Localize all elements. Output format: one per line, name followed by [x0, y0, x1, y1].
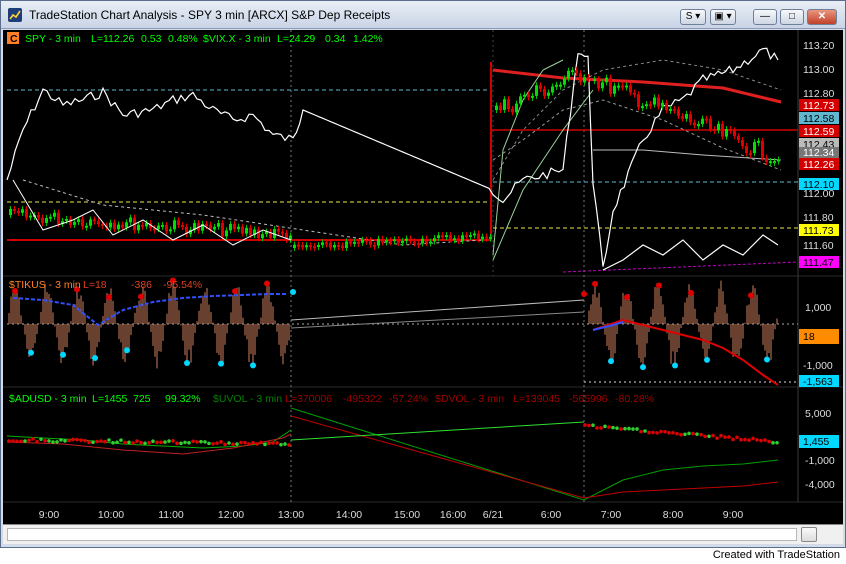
regression-channel — [593, 149, 782, 161]
time-tick: 9:00 — [39, 509, 60, 521]
tikus-legend-last: L=18 — [83, 279, 107, 291]
price-tick: 113.20 — [803, 40, 834, 52]
footer-credit: Created with TradeStation — [712, 549, 840, 561]
spy-legend-pct: 0.48% — [168, 33, 198, 45]
svg-text:C: C — [10, 33, 18, 45]
svg-text:-1,563: -1,563 — [803, 376, 833, 388]
vix-price-line — [6, 47, 779, 267]
dvol-legend-pct: -80.28% — [615, 393, 654, 405]
vix-trend-line — [562, 261, 799, 273]
price-tick: 111.60 — [803, 240, 834, 252]
symbol-link-button[interactable]: S ▾ — [680, 9, 706, 25]
svg-text:112.34: 112.34 — [803, 147, 834, 159]
bollinger-band — [492, 99, 782, 171]
tikus-oscillator — [8, 277, 779, 386]
time-axis: 9:00 10:00 11:00 12:00 13:00 14:00 15:00 16:00 6… — [39, 509, 744, 521]
uvol-legend-last: L=370006 — [285, 393, 332, 405]
svg-text:112.10: 112.10 — [803, 179, 834, 191]
svg-text:111.73: 111.73 — [803, 225, 834, 237]
price-tick: 112.80 — [803, 88, 834, 100]
adusd-legend-change: 725 — [133, 393, 151, 405]
time-tick: 13:00 — [278, 509, 304, 521]
spy-legend-change: 0.53 — [141, 33, 162, 45]
vix-legend-pct: 1.42% — [353, 33, 383, 45]
spy-legend-symbol: SPY - 3 min — [25, 33, 81, 45]
vix-lower-band — [602, 234, 779, 271]
dvol-legend-change: -565996 — [569, 393, 608, 405]
adusd-legend-symbol: $ADUSD - 3 min — [9, 393, 87, 405]
uvol-legend-pct: -57.24% — [389, 393, 428, 405]
window-title: TradeStation Chart Analysis - SPY 3 min … — [29, 8, 391, 22]
adusd-lines — [6, 407, 779, 501]
svg-text:112.26: 112.26 — [803, 159, 834, 171]
time-tick: 15:00 — [394, 509, 420, 521]
time-tick: 7:00 — [601, 509, 622, 521]
uvol-legend-change: -495322 — [343, 393, 382, 405]
title-bar[interactable]: TradeStation Chart Analysis - SPY 3 min … — [1, 1, 845, 29]
spy-candlesticks — [9, 67, 780, 252]
svg-text:112.59: 112.59 — [803, 126, 834, 138]
gap-connector — [290, 299, 585, 321]
scrollbar-track[interactable] — [7, 528, 797, 541]
time-tick: 6:00 — [541, 509, 562, 521]
adusd-tick: -4,000 — [805, 479, 835, 491]
adusd-axis: 5,000 1,455 -1,000 -4,000 — [799, 408, 839, 491]
dvol-legend-last: L=139045 — [513, 393, 560, 405]
gap-connector — [290, 311, 585, 329]
time-tick: 12:00 — [218, 509, 244, 521]
tikus-legend-symbol: $TIKUS - 3 min — [9, 279, 81, 291]
time-tick: 10:00 — [98, 509, 124, 521]
vix-legend-change: 0.34 — [325, 33, 346, 45]
uvol-legend-symbol: $UVOL - 3 min — [213, 393, 282, 405]
time-tick: 16:00 — [440, 509, 466, 521]
adusd-legend-pct: 99.32% — [165, 393, 201, 405]
horizontal-scrollbar[interactable] — [3, 524, 843, 544]
time-tick: 6/21 — [483, 509, 504, 521]
svg-text:18: 18 — [803, 331, 815, 343]
tikus-legend-pct: -95.54% — [163, 279, 202, 291]
bollinger-band — [492, 59, 782, 181]
dvol-legend-symbol: $DVOL - 3 min — [435, 393, 504, 405]
price-tick: 113.00 — [803, 64, 834, 76]
svg-text:112.58: 112.58 — [803, 113, 834, 125]
price-legend: C SPY - 3 min L=112.26 0.53 0.48% $VIX.X… — [7, 32, 383, 45]
close-button[interactable]: ✕ — [807, 9, 837, 25]
chart-canvas[interactable]: 113.20 113.00 112.80 111.80 112.00 111.6… — [3, 30, 843, 524]
tikus-tick: 1,000 — [805, 302, 831, 314]
svg-text:112.73: 112.73 — [803, 100, 834, 112]
adusd-tick: -1,000 — [805, 455, 835, 467]
time-tick: 14:00 — [336, 509, 362, 521]
minimize-button[interactable]: — — [753, 9, 777, 25]
adusd-legend: $ADUSD - 3 min L=1455 725 99.32% $UVOL -… — [9, 393, 654, 405]
svg-text:385: 385 — [803, 319, 821, 331]
maximize-button[interactable]: □ — [780, 9, 804, 25]
svg-text:1,455: 1,455 — [803, 436, 829, 448]
scrollbar-thumb[interactable] — [801, 527, 817, 542]
fan-line — [492, 89, 594, 261]
time-tick: 9:00 — [723, 509, 744, 521]
spy-legend-last: L=112.26 — [91, 33, 134, 45]
tikus-legend: $TIKUS - 3 min L=18 -386 -95.54% — [9, 279, 202, 291]
adusd-legend-last: L=1455 — [92, 393, 127, 405]
tikus-tick: -1,000 — [803, 360, 833, 372]
vix-legend-symbol: $VIX.X - 3 min — [203, 33, 271, 45]
chart-area[interactable]: 113.20 113.00 112.80 111.80 112.00 111.6… — [3, 30, 843, 524]
svg-text:111.47: 111.47 — [803, 257, 834, 269]
tradestation-app-icon — [8, 8, 22, 22]
chart-window: TradeStation Chart Analysis - SPY 3 min … — [0, 0, 846, 548]
vix-legend-last: L=24.29 — [277, 33, 315, 45]
time-tick: 11:00 — [158, 509, 184, 521]
time-tick: 8:00 — [663, 509, 684, 521]
adusd-tick: 5,000 — [805, 408, 831, 420]
tikus-legend-change: -386 — [131, 279, 152, 291]
tikus-axis: 1,000 385 18 -1,000 -1,563 — [799, 302, 839, 388]
price-tick: 111.80 — [803, 212, 834, 224]
window-pin-button[interactable]: ▣ ▾ — [710, 9, 736, 25]
